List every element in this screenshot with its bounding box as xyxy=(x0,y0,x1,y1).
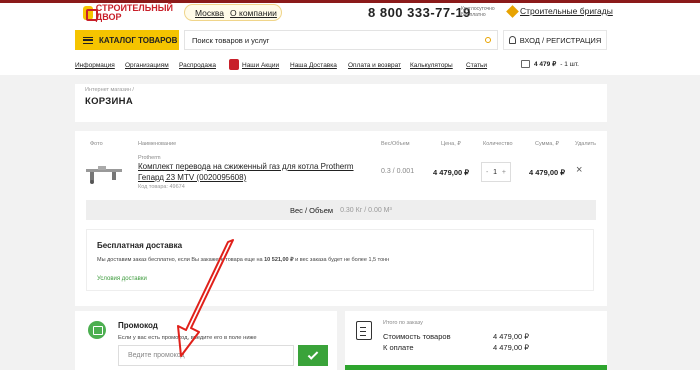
col-header-sum: Сумма, ₽ xyxy=(535,141,559,147)
product-code: Код товара: 49674 xyxy=(138,184,185,190)
col-header-delete: Удалить xyxy=(575,141,596,147)
user-icon xyxy=(508,36,516,44)
product-sum: 4 479,00 ₽ xyxy=(529,168,566,177)
weight-summary-row: Вес / Объем 0.30 Кг / 0.00 М³ xyxy=(86,200,596,220)
qty-plus-button[interactable]: + xyxy=(502,169,506,176)
weight-summary-label: Вес / Объем xyxy=(290,205,334,215)
nav-link-articles[interactable]: Статьи xyxy=(466,62,487,69)
promo-title: Промокод xyxy=(118,321,158,330)
catalog-button[interactable]: КАТАЛОГ ТОВАРОВ xyxy=(75,30,179,50)
logo-text: СТРОИТЕЛЬНЫЙ ДВОР xyxy=(96,4,173,22)
login-label: ВХОД / РЕГИСТРАЦИЯ xyxy=(519,35,602,45)
city-name[interactable]: Москва xyxy=(195,8,224,18)
logo-icon xyxy=(83,6,98,21)
free-delivery-text-b: и вес заказа будет не более 1,5 тонн xyxy=(293,257,390,263)
search-icon[interactable] xyxy=(485,37,491,43)
weight-summary-value: 0.30 Кг / 0.00 М³ xyxy=(340,206,392,214)
login-button[interactable]: ВХОД / РЕГИСТРАЦИЯ xyxy=(503,30,607,50)
promo-apply-button[interactable] xyxy=(298,345,328,366)
nav-link-promotions[interactable]: Наши Акции xyxy=(242,62,279,69)
col-header-photo: Фото xyxy=(90,141,103,147)
product-name-link[interactable]: Комплект перевода на сжиженный газ для к… xyxy=(138,161,363,183)
nav-link-payment[interactable]: Оплата и возврат xyxy=(348,62,401,69)
goods-cost-label: Стоимость товаров xyxy=(383,332,451,341)
to-pay-label: К оплате xyxy=(383,343,414,352)
quantity-stepper[interactable]: - 1 + xyxy=(481,162,511,182)
nav-link-organizations[interactable]: Организациям xyxy=(125,62,169,69)
col-header-qty: Количество xyxy=(483,141,513,147)
clipboard-icon xyxy=(356,321,372,340)
check-icon xyxy=(307,348,319,360)
checkout-button-edge[interactable] xyxy=(345,365,607,370)
product-image[interactable] xyxy=(84,160,124,185)
product-weight: 0.3 / 0.001 xyxy=(381,168,415,175)
qty-minus-button[interactable]: - xyxy=(486,169,488,176)
brigades-link[interactable]: Строительные бригады xyxy=(506,4,613,18)
phone-number[interactable]: 8 800 333-77-19 xyxy=(368,5,471,20)
hammer-icon xyxy=(506,4,519,18)
mini-cart-total: 4 479 ₽ xyxy=(534,61,557,68)
nav-link-sale[interactable]: Распродажа xyxy=(179,62,216,69)
product-price: 4 479,00 ₽ xyxy=(433,168,470,177)
phone-note-2: Бесплатно xyxy=(461,12,486,18)
col-header-price: Цена, ₽ xyxy=(441,141,461,147)
title-panel xyxy=(75,84,607,122)
promo-text: Если у вас есть промокод, введите его в … xyxy=(118,335,257,341)
free-delivery-text: Мы доставим заказ бесплатно, если Вы зак… xyxy=(97,257,389,263)
page-title: КОРЗИНА xyxy=(85,96,133,107)
free-delivery-title: Бесплатная доставка xyxy=(97,241,183,250)
search-placeholder: Поиск товаров и услуг xyxy=(192,35,270,45)
promo-placeholder: Ведите промокод xyxy=(128,352,185,359)
qty-value[interactable]: 1 xyxy=(493,169,497,176)
col-header-name: Наименование xyxy=(138,141,177,147)
to-pay-value: 4 479,00 ₽ xyxy=(493,343,530,352)
logo[interactable]: СТРОИТЕЛЬНЫЙ ДВОР xyxy=(83,3,173,23)
nav-link-delivery[interactable]: Наша Доставка xyxy=(290,62,337,69)
goods-cost-value: 4 479,00 ₽ xyxy=(493,332,530,341)
delivery-terms-link[interactable]: Условия доставки xyxy=(97,276,147,282)
free-delivery-text-a: Мы доставим заказ бесплатно, если Вы зак… xyxy=(97,257,265,263)
search-input[interactable]: Поиск товаров и услуг xyxy=(184,30,498,50)
catalog-label: КАТАЛОГ ТОВАРОВ xyxy=(99,35,178,45)
free-delivery-amount: 10 521,00 ₽ xyxy=(264,257,294,263)
delete-button[interactable]: × xyxy=(576,164,582,176)
gift-icon xyxy=(88,321,106,339)
mini-cart-qty: - 1 шт. xyxy=(560,60,579,68)
menu-icon xyxy=(83,36,93,44)
percent-icon xyxy=(229,59,239,70)
nav-link-calculators[interactable]: Калькуляторы xyxy=(410,62,453,69)
brigades-label[interactable]: Строительные бригады xyxy=(520,6,613,16)
phone-note: Круглосуточно Бесплатно xyxy=(461,6,495,18)
mini-cart[interactable]: 4 479 ₽ - 1 шт. xyxy=(521,60,579,68)
breadcrumb[interactable]: Интернет магазин / xyxy=(85,87,134,93)
cart-icon xyxy=(521,60,530,68)
col-header-weight: Вес/Объем xyxy=(381,141,410,147)
about-link[interactable]: О компании xyxy=(230,8,277,18)
city-selector[interactable]: Москва О компании xyxy=(184,4,282,21)
order-total-label: Итого по заказу xyxy=(383,320,423,326)
nav-link-info[interactable]: Информация xyxy=(75,62,115,69)
promo-input[interactable]: Ведите промокод xyxy=(118,345,294,366)
logo-line-2: ДВОР xyxy=(95,12,122,22)
